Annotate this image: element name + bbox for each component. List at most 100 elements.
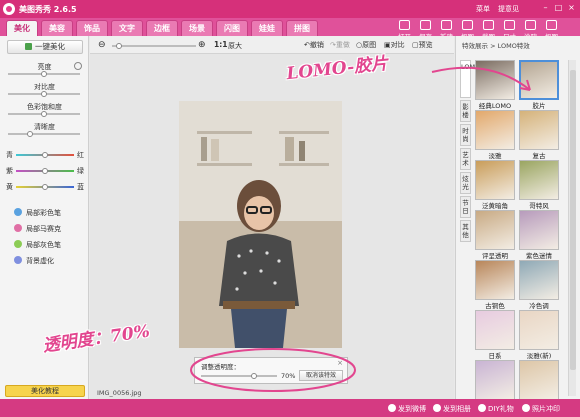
tab-doll[interactable]: 娃娃 — [251, 20, 283, 36]
effect-thumbnail[interactable] — [519, 160, 559, 200]
scroll-thumb[interactable] — [570, 70, 576, 370]
tutorial-button[interactable]: 美化教程 — [5, 385, 85, 397]
sharpness-slider[interactable] — [8, 133, 80, 135]
reset-icon[interactable] — [74, 62, 82, 70]
canvas-toolbar: ⊖ ⊕ 1:1 原大 ↶撤销 ↷重做 ○原图 ▣对比 ▢预览 — [90, 36, 454, 54]
effect-label: 泛黄暗角 — [482, 202, 508, 210]
vtab-fashion[interactable]: 时尚 — [460, 124, 471, 146]
vtab-art[interactable]: 艺术 — [460, 148, 471, 170]
weibo-icon — [388, 404, 396, 412]
compare-label: 对比 — [390, 41, 405, 49]
effect-thumbnail[interactable] — [519, 110, 559, 150]
actual-size-button[interactable]: 原大 — [228, 41, 242, 51]
effect-thumbnail[interactable] — [475, 260, 515, 300]
tool-label: 局部灰色笔 — [26, 241, 61, 249]
zoom-in-icon[interactable]: ⊕ — [198, 40, 206, 50]
original-button[interactable]: ○原图 — [356, 40, 376, 50]
local-mosaic-tool[interactable]: 局部马赛克 — [14, 224, 61, 234]
effect-thumbnail[interactable] — [475, 310, 515, 350]
zoom-knob[interactable] — [116, 43, 122, 49]
effect-thumbnail[interactable] — [475, 160, 515, 200]
preview-button[interactable]: ▢预览 — [412, 40, 433, 50]
app-logo-icon — [3, 3, 15, 15]
yellow-label: 黄 — [6, 183, 13, 191]
local-gray-pen-tool[interactable]: 局部灰色笔 — [14, 240, 61, 250]
one-key-beautify-button[interactable]: 一键美化 — [7, 40, 83, 54]
effect-label: 淡雅 — [488, 152, 502, 160]
vtab-other[interactable]: 其他 — [460, 220, 471, 242]
menu-button[interactable]: 菜单 — [476, 4, 490, 14]
new-icon — [441, 20, 452, 30]
local-color-pen-tool[interactable]: 局部彩色笔 — [14, 208, 61, 218]
color-pen-icon — [14, 208, 22, 216]
close-icon[interactable]: × — [566, 3, 577, 13]
zoom-slider[interactable] — [112, 45, 196, 47]
purple-label: 紫 — [6, 167, 13, 175]
diy-gift-button[interactable]: DIY礼物 — [478, 404, 514, 414]
tab-border[interactable]: 边框 — [146, 20, 178, 36]
preview-icon: ▢ — [412, 41, 419, 49]
tab-flash[interactable]: 闪图 — [216, 20, 248, 36]
app-title: 美图秀秀 2.6.5 — [19, 5, 77, 14]
undo-button[interactable]: ↶撤销 — [304, 40, 324, 50]
effects-breadcrumb: 特效展示 > LOMO特效 — [462, 42, 530, 50]
share-album-button[interactable]: 发到相册 — [433, 404, 471, 414]
vtab-glow[interactable]: 炫光 — [460, 172, 471, 194]
sharpness-label: 清晰度 — [34, 123, 55, 131]
folder-icon — [399, 20, 410, 30]
zoom-ratio[interactable]: 1:1 — [214, 40, 227, 49]
minimize-icon[interactable]: – — [540, 3, 551, 13]
saturation-knob[interactable] — [41, 111, 47, 117]
effects-scrollbar[interactable] — [568, 60, 576, 396]
tab-face[interactable]: 美容 — [41, 20, 73, 36]
tab-collage[interactable]: 拼图 — [286, 20, 318, 36]
feedback-button[interactable]: 提意见 — [498, 4, 519, 14]
gift-icon — [478, 404, 486, 412]
preview-label: 预览 — [418, 41, 433, 49]
effect-label: 古铜色 — [485, 302, 505, 310]
cutout-icon — [462, 20, 473, 30]
tab-text[interactable]: 文字 — [111, 20, 143, 36]
effect-label: 评呈透明 — [482, 252, 508, 260]
photo-illustration — [179, 101, 342, 348]
mosaic-icon — [14, 224, 22, 232]
vtab-festival[interactable]: 节日 — [460, 196, 471, 218]
effect-thumbnail[interactable] — [475, 210, 515, 250]
sharpness-knob[interactable] — [27, 131, 33, 137]
save-icon — [420, 20, 431, 30]
photo-preview[interactable] — [179, 101, 342, 348]
share-weibo-button[interactable]: 发到微博 — [388, 404, 426, 414]
screenshot-icon — [483, 20, 494, 30]
blue-label: 蓝 — [77, 183, 84, 191]
effect-label: 日系 — [488, 352, 502, 360]
background-blur-tool[interactable]: 背景虚化 — [14, 256, 54, 266]
cyan-red-knob[interactable] — [42, 152, 48, 158]
tool-label: 局部彩色笔 — [26, 209, 61, 217]
contrast-knob[interactable] — [41, 91, 47, 97]
album-icon — [433, 404, 441, 412]
brightness-knob[interactable] — [41, 71, 47, 77]
tab-accessories[interactable]: 饰品 — [76, 20, 108, 36]
effect-thumbnail[interactable] — [519, 260, 559, 300]
scissors-icon — [546, 20, 557, 30]
effect-label: 冷色调 — [529, 302, 549, 310]
effect-thumbnail[interactable] — [475, 360, 515, 400]
vtab-studio[interactable]: 影楼 — [460, 100, 471, 122]
tab-scene[interactable]: 场景 — [181, 20, 213, 36]
file-name: IMG_0056.jpg — [97, 389, 142, 397]
yellow-blue-knob[interactable] — [42, 184, 48, 190]
effect-thumbnail[interactable] — [519, 210, 559, 250]
redo-button[interactable]: ↷重做 — [330, 40, 350, 50]
photo-print-button[interactable]: 照片冲印 — [522, 404, 560, 414]
tab-beautify[interactable]: 美化 — [6, 20, 38, 36]
weibo-label: 发到微博 — [398, 405, 426, 413]
zoom-out-icon[interactable]: ⊖ — [98, 40, 106, 50]
purple-green-knob[interactable] — [42, 168, 48, 174]
effect-thumbnail[interactable] — [475, 110, 515, 150]
effect-label: 哥特风 — [529, 202, 549, 210]
compare-button[interactable]: ▣对比 — [384, 40, 405, 50]
maximize-icon[interactable]: □ — [553, 3, 564, 13]
effect-label: 淡雅(新) — [526, 352, 552, 360]
effect-thumbnail[interactable] — [519, 310, 559, 350]
effect-thumbnail[interactable] — [519, 360, 559, 400]
